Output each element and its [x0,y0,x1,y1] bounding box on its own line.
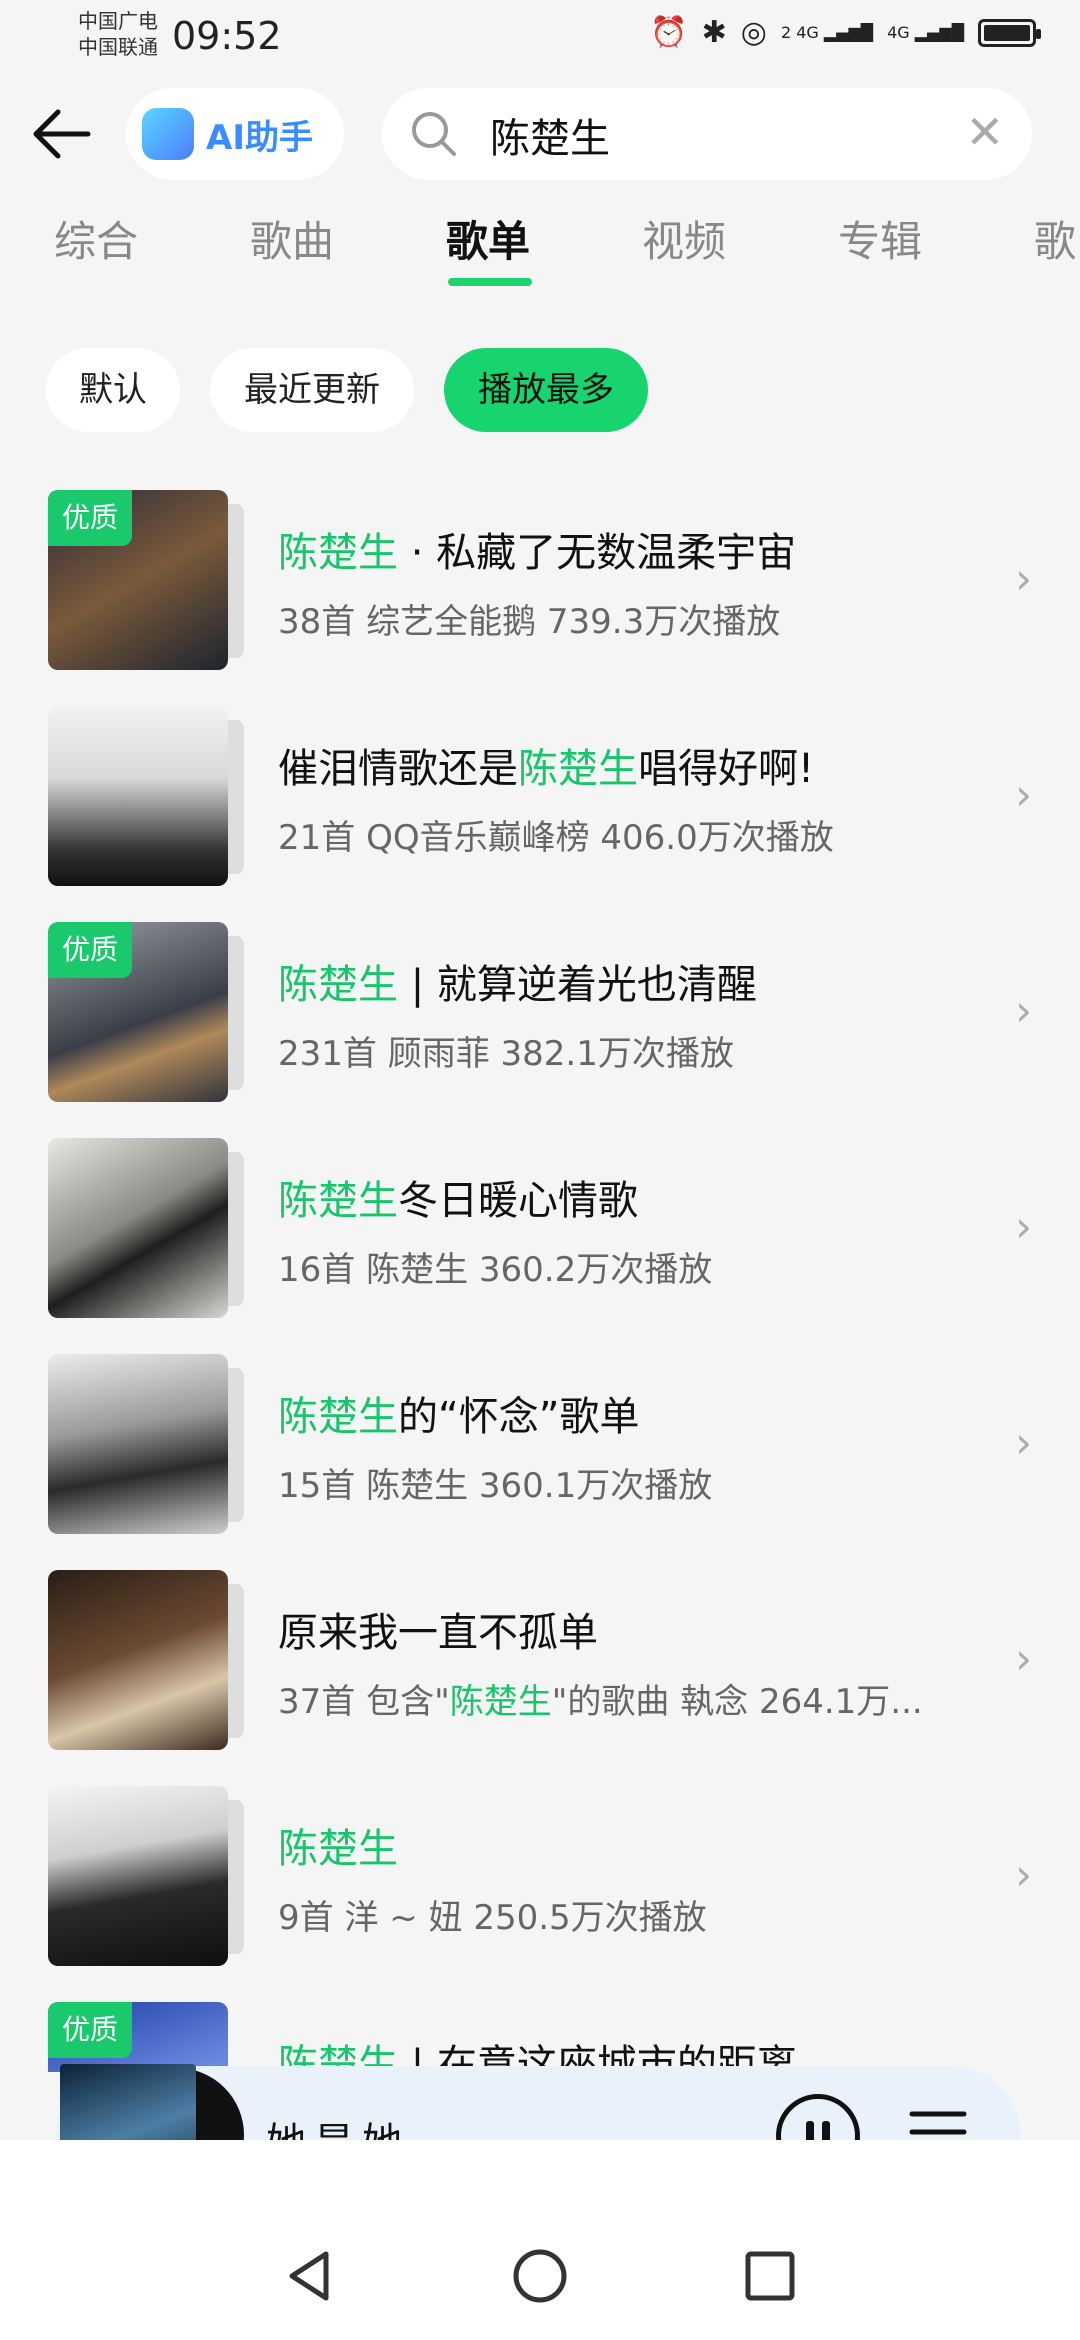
chevron-right-icon: › [1015,1418,1032,1467]
tab-all[interactable]: 综合 [54,208,138,269]
playlist-meta: 9首 洋 ~ 妞 250.5万次播放 [278,1898,707,1938]
chevron-right-icon: › [1015,1634,1032,1683]
playlist-meta: 38首 综艺全能鹅 739.3万次播放 [278,602,781,642]
playlist-cover [48,1786,228,1966]
playlist-row[interactable]: 优质 陈楚生 · 私藏了无数温柔宇宙 38首 综艺全能鹅 739.3万次播放 › [0,490,1080,690]
search-header: AI助手 陈楚生 ✕ [0,86,1080,182]
playlist-meta: 16首 陈楚生 360.2万次播放 [278,1250,713,1290]
title-highlight: 陈楚生 [278,1178,398,1224]
playlist-cover: 优质 [48,2002,228,2072]
playlist-cover [48,1354,228,1534]
quality-badge: 优质 [48,2002,132,2058]
filter-most-played[interactable]: 播放最多 [444,348,648,432]
chevron-right-icon: › [1015,1850,1032,1899]
arrow-left-icon [33,109,91,159]
tab-videos[interactable]: 视频 [642,208,726,269]
title-text: 冬日暖心情歌 [398,1178,638,1224]
playlist-row[interactable]: 陈楚生冬日暖心情歌 16首 陈楚生 360.2万次播放 › [0,1138,1080,1338]
tab-songs[interactable]: 歌曲 [250,208,334,269]
status-icons: ⏰ ✱ ◎ 2 4G ▂▄▆█ 4G ▂▄▆█ [650,15,1041,50]
title-text: 催泪情歌还是 [278,746,518,792]
title-text: 唱得好啊! [638,746,815,792]
quality-badge: 优质 [48,490,132,546]
playlist-row[interactable]: 优质 陈楚生 | 就算逆着光也清醒 231首 顾雨菲 382.1万次播放 › [0,922,1080,1122]
search-icon [412,112,456,156]
title-highlight: 陈楚生 [278,1826,398,1872]
meta-text: "的歌曲 執念 264.1万... [551,1682,923,1722]
chevron-right-icon: › [1015,770,1032,819]
signal-icon-2: 4G ▂▄▆█ [887,23,964,42]
playlist-meta: 15首 陈楚生 360.1万次播放 [278,1466,713,1506]
result-tabs: 综合 歌曲 歌单 视频 专辑 歌 [0,208,1080,288]
signal-label-1: 2 4G [780,23,819,42]
playlist-title: 催泪情歌还是陈楚生唱得好啊! [278,736,814,794]
playlist-row[interactable]: 陈楚生的“怀念”歌单 15首 陈楚生 360.1万次播放 › [0,1354,1080,1554]
search-input[interactable]: 陈楚生 [490,106,610,164]
playlist-title: 陈楚生 · 私藏了无数温柔宇宙 [278,520,796,578]
nav-home-icon[interactable] [510,2246,570,2306]
playlist-title: 原来我一直不孤单 [278,1600,598,1658]
carrier-1: 中国广电 [78,9,158,33]
quality-badge: 优质 [48,922,132,978]
system-nav-bar [0,2140,1080,2340]
ai-assistant-button[interactable]: AI助手 [126,88,344,180]
title-text: 的“怀念”歌单 [398,1394,640,1440]
nav-back-icon[interactable] [280,2246,340,2306]
signal-label-2: 4G [887,23,910,42]
tab-playlists[interactable]: 歌单 [446,208,530,269]
bluetooth-icon: ✱ [701,15,727,50]
title-text: 原来我一直不孤单 [278,1610,598,1656]
status-bar: 中国广电 中国联通 09:52 ⏰ ✱ ◎ 2 4G ▂▄▆█ 4G ▂▄▆█ [0,0,1080,80]
title-highlight: 陈楚生 [278,962,398,1008]
title-highlight: 陈楚生 [278,1394,398,1440]
playlist-row[interactable]: 优质 陈楚生 | 在意这座城市的距离 [0,2002,1080,2072]
carrier-2: 中国联通 [78,35,158,59]
chevron-right-icon: › [1015,554,1032,603]
playlist-cover [48,1570,228,1750]
nav-recents-icon[interactable] [740,2246,800,2306]
back-button[interactable] [28,106,92,162]
playlist-meta: 231首 顾雨菲 382.1万次播放 [278,1034,734,1074]
playlist-title: 陈楚生 | 就算逆着光也清醒 [278,952,757,1010]
playlist-cover [48,706,228,886]
clock: 09:52 [172,14,282,58]
filter-recent[interactable]: 最近更新 [210,348,414,432]
meta-text: 37首 包含" [278,1682,450,1722]
title-highlight: 陈楚生 [278,530,398,576]
search-bar[interactable]: 陈楚生 ✕ [382,88,1032,180]
playlist-row[interactable]: 原来我一直不孤单 37首 包含"陈楚生"的歌曲 執念 264.1万... › [0,1570,1080,1770]
active-tab-indicator [448,278,532,286]
playlist-title: 陈楚生的“怀念”歌单 [278,1384,639,1442]
title-highlight: 陈楚生 [518,746,638,792]
playlist-meta: 37首 包含"陈楚生"的歌曲 執念 264.1万... [278,1674,958,1723]
playlist-cover [48,1138,228,1318]
tab-more[interactable]: 歌 [1034,208,1076,269]
carrier-info: 中国广电 中国联通 [78,8,158,60]
chevron-right-icon: › [1015,986,1032,1035]
playlist-row[interactable]: 催泪情歌还是陈楚生唱得好啊! 21首 QQ音乐巅峰榜 406.0万次播放 › [0,706,1080,906]
ai-assistant-label: AI助手 [206,117,313,158]
meta-highlight: 陈楚生 [449,1682,552,1722]
playlist-cover: 优质 [48,922,228,1102]
playlist-title: 陈楚生 [278,1816,398,1874]
playlist-row[interactable]: 陈楚生 9首 洋 ~ 妞 250.5万次播放 › [0,1786,1080,1986]
battery-icon [978,19,1041,47]
title-text: · 私藏了无数温柔宇宙 [398,530,797,576]
signal-icon: 2 4G ▂▄▆█ [780,23,874,42]
ai-assistant-icon [142,108,194,160]
filter-default[interactable]: 默认 [46,348,180,432]
playlist-title: 陈楚生冬日暖心情歌 [278,1168,638,1226]
title-text: | 就算逆着光也清醒 [398,962,757,1008]
clear-icon[interactable]: ✕ [965,106,1004,158]
playlist-meta: 21首 QQ音乐巅峰榜 406.0万次播放 [278,818,834,858]
alarm-icon: ⏰ [650,15,688,50]
hotspot-icon: ◎ [740,15,767,50]
playlist-cover: 优质 [48,490,228,670]
chevron-right-icon: › [1015,1202,1032,1251]
tab-albums[interactable]: 专辑 [838,208,922,269]
